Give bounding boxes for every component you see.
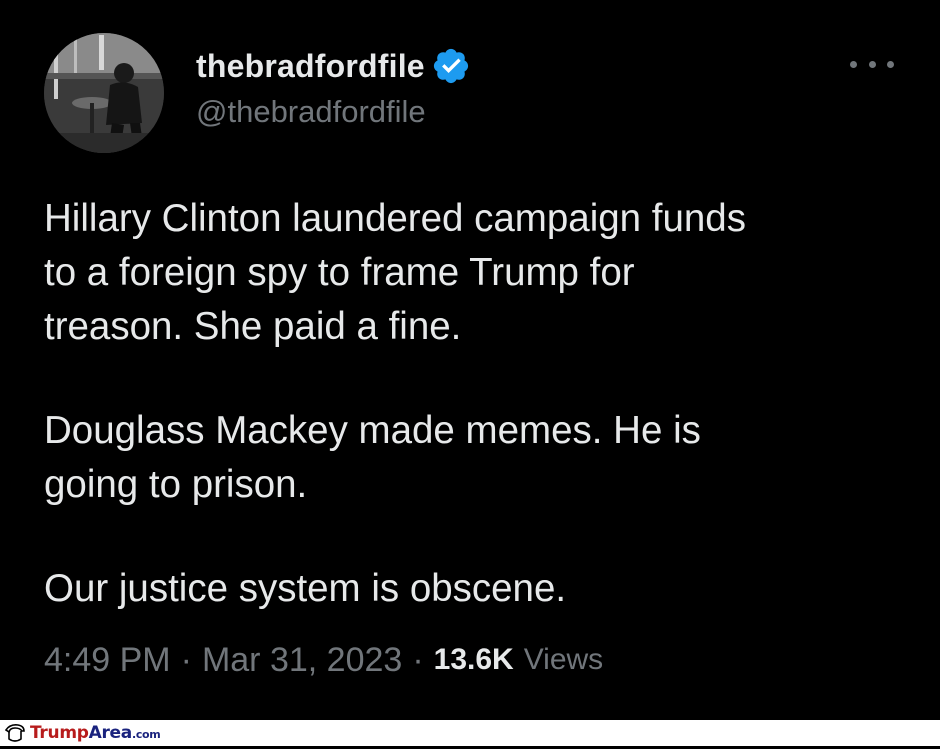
more-dot <box>868 60 876 68</box>
watermark: TrumpArea.com <box>4 722 161 744</box>
tweet-date[interactable]: Mar 31, 2023 <box>202 641 402 680</box>
tweet-meta: 4:49 PM · Mar 31, 2023 · 13.6K Views <box>44 636 603 684</box>
watermark-text: TrumpArea.com <box>30 723 161 743</box>
tweet-text: Hillary Clinton laundered campaign funds… <box>44 192 904 616</box>
tweet-paragraph: Our justice system is obscene. <box>44 567 567 610</box>
watermark-part2: Area <box>88 723 133 743</box>
views-label: Views <box>523 643 604 676</box>
display-name[interactable]: thebradfordfile <box>196 48 425 85</box>
tweet-card: thebradfordfile @thebradfordfile Hillary… <box>0 0 940 720</box>
watermark-part3: .com <box>131 728 161 741</box>
more-dot <box>850 60 857 68</box>
views-count[interactable]: 13.6K <box>434 643 514 677</box>
more-dot <box>887 60 894 68</box>
meta-separator: · <box>180 640 192 679</box>
watermark-bar: TrumpArea.com <box>0 720 940 746</box>
author-handle[interactable]: @thebradfordfile <box>196 94 426 130</box>
more-options-icon[interactable] <box>850 52 894 76</box>
tweet-paragraph: Hillary Clinton laundered campaign funds… <box>44 197 746 348</box>
watermark-part1: Trump <box>30 723 89 743</box>
author-name-row: thebradfordfile <box>196 44 471 88</box>
meta-separator: · <box>412 640 424 679</box>
tweet-time[interactable]: 4:49 PM <box>44 641 171 680</box>
trump-hair-logo-icon <box>4 722 26 744</box>
avatar[interactable] <box>44 33 164 153</box>
tweet-paragraph: Douglass Mackey made memes. He is going … <box>44 409 701 506</box>
verified-badge-icon <box>431 46 471 86</box>
